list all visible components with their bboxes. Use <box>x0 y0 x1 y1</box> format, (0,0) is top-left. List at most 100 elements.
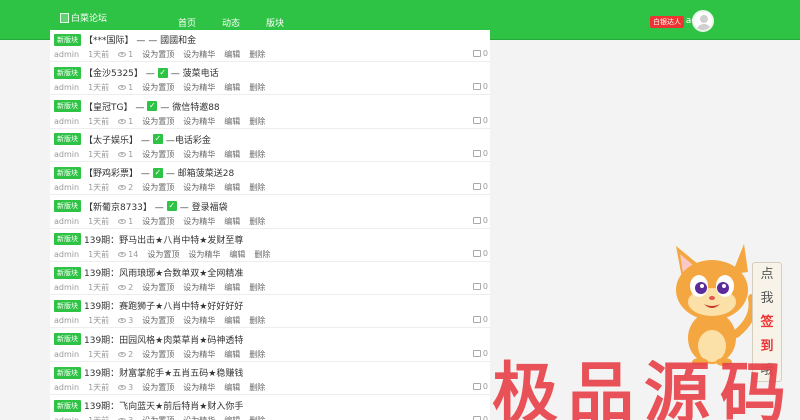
comment-count[interactable]: 0 <box>472 216 488 225</box>
thread-action-2[interactable]: 编辑 <box>224 282 240 293</box>
nav-forums[interactable]: 版块 <box>266 16 284 29</box>
thread-action-0[interactable]: 设为置顶 <box>142 282 174 293</box>
thread-action-3[interactable]: 删除 <box>249 282 265 293</box>
thread-action-1[interactable]: 设为精华 <box>183 149 215 160</box>
thread-title[interactable]: 【新葡京8733】 — <box>84 200 164 213</box>
thread-action-3[interactable]: 删除 <box>249 182 265 193</box>
thread-title[interactable]: 【野鸡彩票】 — <box>84 166 150 179</box>
site-logo[interactable]: 白菜论坛 <box>60 11 107 24</box>
thread-action-3[interactable]: 删除 <box>249 415 265 420</box>
thread-title[interactable]: 139期：财富掌舵手★五肖五码★稳赚钱 <box>84 366 243 379</box>
comment-count[interactable]: 0 <box>472 116 488 125</box>
forum-tag[interactable]: 新版块 <box>54 200 81 212</box>
thread-action-0[interactable]: 设为置顶 <box>142 149 174 160</box>
thread-author[interactable]: admin <box>54 316 79 325</box>
thread-author[interactable]: admin <box>54 183 79 192</box>
thread-action-1[interactable]: 设为精华 <box>183 349 215 360</box>
thread-action-2[interactable]: 编辑 <box>224 182 240 193</box>
thread-action-2[interactable]: 编辑 <box>224 216 240 227</box>
comment-count[interactable]: 0 <box>472 149 488 158</box>
thread-action-0[interactable]: 设为置顶 <box>142 49 174 60</box>
thread-action-2[interactable]: 编辑 <box>224 49 240 60</box>
thread-action-1[interactable]: 设为精华 <box>183 282 215 293</box>
thread-action-3[interactable]: 删除 <box>249 382 265 393</box>
thread-action-1[interactable]: 设为精华 <box>188 249 220 260</box>
thread-author[interactable]: admin <box>54 416 79 420</box>
thread-action-3[interactable]: 删除 <box>249 149 265 160</box>
thread-title-suffix[interactable]: — 菠菜电话 <box>171 66 219 79</box>
forum-tag[interactable]: 新版块 <box>54 266 81 279</box>
thread-action-1[interactable]: 设为精华 <box>183 116 215 127</box>
thread-action-0[interactable]: 设为置顶 <box>142 315 174 326</box>
thread-action-1[interactable]: 设为精华 <box>183 415 215 420</box>
thread-author[interactable]: admin <box>54 83 79 92</box>
thread-action-2[interactable]: 编辑 <box>224 415 240 420</box>
thread-action-2[interactable]: 编辑 <box>224 349 240 360</box>
thread-title-suffix[interactable]: — 微信特邀88 <box>160 100 219 113</box>
thread-author[interactable]: admin <box>54 250 79 259</box>
thread-action-2[interactable]: 编辑 <box>229 249 245 260</box>
thread-title-suffix[interactable]: — 登录福袋 <box>180 200 228 213</box>
thread-action-0[interactable]: 设为置顶 <box>142 415 174 420</box>
thread-author[interactable]: admin <box>54 150 79 159</box>
thread-action-1[interactable]: 设为精华 <box>183 382 215 393</box>
thread-action-1[interactable]: 设为精华 <box>183 49 215 60</box>
thread-action-2[interactable]: 编辑 <box>224 149 240 160</box>
thread-action-1[interactable]: 设为精华 <box>183 182 215 193</box>
thread-author[interactable]: admin <box>54 50 79 59</box>
thread-action-0[interactable]: 设为置顶 <box>142 182 174 193</box>
thread-action-2[interactable]: 编辑 <box>224 382 240 393</box>
forum-tag[interactable]: 新版块 <box>54 133 81 146</box>
forum-tag[interactable]: 新版块 <box>54 333 81 346</box>
thread-action-0[interactable]: 设为置顶 <box>142 382 174 393</box>
forum-tag[interactable]: 新版块 <box>54 33 81 46</box>
thread-action-2[interactable]: 编辑 <box>224 315 240 326</box>
comment-count[interactable]: 0 <box>472 282 488 291</box>
thread-action-3[interactable]: 删除 <box>254 249 270 260</box>
forum-tag[interactable]: 新版块 <box>54 166 81 179</box>
thread-author[interactable]: admin <box>54 283 79 292</box>
thread-action-1[interactable]: 设为精华 <box>183 82 215 93</box>
thread-author[interactable]: admin <box>54 117 79 126</box>
thread-action-3[interactable]: 删除 <box>249 82 265 93</box>
thread-title[interactable]: 139期：飞向蓝天★前后特肖★财入你手 <box>84 399 243 412</box>
thread-action-3[interactable]: 删除 <box>249 349 265 360</box>
comment-count[interactable]: 0 <box>472 382 488 391</box>
thread-action-3[interactable]: 删除 <box>249 116 265 127</box>
thread-action-2[interactable]: 编辑 <box>224 116 240 127</box>
avatar[interactable] <box>692 10 714 32</box>
thread-title[interactable]: 【***国际】 — — 國國和金 <box>84 33 196 46</box>
thread-action-3[interactable]: 删除 <box>249 315 265 326</box>
thread-title[interactable]: 139期：野马出击★八肖中特★发财至尊 <box>84 233 243 246</box>
thread-action-2[interactable]: 编辑 <box>224 82 240 93</box>
thread-action-0[interactable]: 设为置顶 <box>142 216 174 227</box>
thread-title[interactable]: 【皇冠TG】 — <box>84 100 144 113</box>
forum-tag[interactable]: 新版块 <box>54 366 81 379</box>
thread-action-0[interactable]: 设为置顶 <box>142 82 174 93</box>
thread-action-1[interactable]: 设为精华 <box>183 216 215 227</box>
thread-action-1[interactable]: 设为精华 <box>183 315 215 326</box>
nav-home[interactable]: 首页 <box>178 16 196 29</box>
thread-title-suffix[interactable]: — 邮箱菠菜送28 <box>166 166 234 179</box>
comment-count[interactable]: 0 <box>472 49 488 58</box>
forum-tag[interactable]: 新版块 <box>54 299 81 312</box>
comment-count[interactable]: 0 <box>472 82 488 91</box>
thread-author[interactable]: admin <box>54 350 79 359</box>
thread-author[interactable]: admin <box>54 217 79 226</box>
thread-action-0[interactable]: 设为置顶 <box>142 349 174 360</box>
thread-action-3[interactable]: 删除 <box>249 49 265 60</box>
thread-title[interactable]: 139期：田园风格★肉菜草肖★码神透特 <box>84 333 243 346</box>
thread-action-3[interactable]: 删除 <box>249 216 265 227</box>
thread-title[interactable]: 【金沙5325】 — <box>84 66 155 79</box>
forum-tag[interactable]: 新版块 <box>54 399 81 412</box>
thread-title[interactable]: 【太子娱乐】 — <box>84 133 150 146</box>
comment-count[interactable]: 0 <box>472 415 488 420</box>
forum-tag[interactable]: 新版块 <box>54 100 81 113</box>
thread-title-suffix[interactable]: —电话彩金 <box>166 133 211 146</box>
comment-count[interactable]: 0 <box>472 315 488 324</box>
comment-count[interactable]: 0 <box>472 249 488 258</box>
comment-count[interactable]: 0 <box>472 349 488 358</box>
thread-action-0[interactable]: 设为置顶 <box>142 116 174 127</box>
thread-title[interactable]: 139期：赛跑狮子★八肖中特★好好好好 <box>84 299 243 312</box>
nav-activity[interactable]: 动态 <box>222 16 240 29</box>
